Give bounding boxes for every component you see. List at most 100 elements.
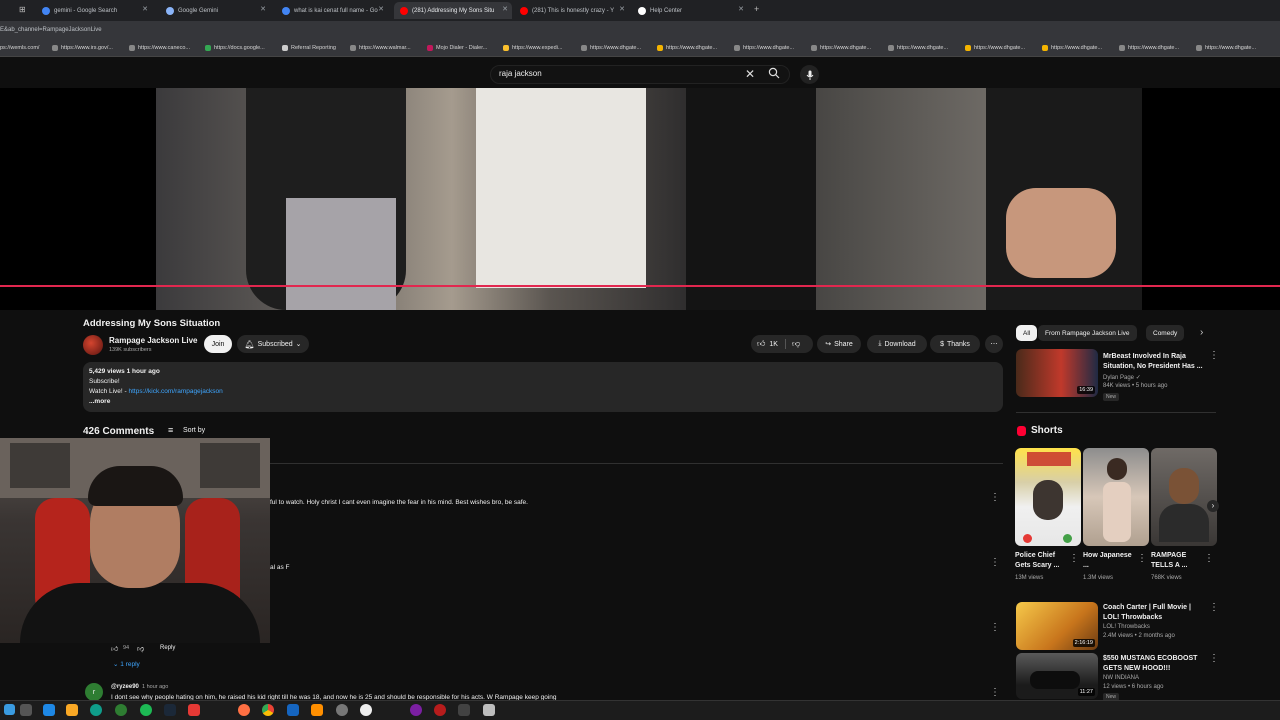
- search-input[interactable]: raja jackson: [499, 69, 542, 78]
- tab-help-center[interactable]: Help Center ✕: [632, 2, 748, 19]
- bookmark[interactable]: https://www.dhgate...: [581, 45, 641, 51]
- comment-menu-icon[interactable]: ⋮: [990, 493, 1000, 503]
- firefox-icon[interactable]: [238, 704, 250, 716]
- video-menu-icon[interactable]: ⋮: [1209, 654, 1219, 664]
- chip-comedy[interactable]: Comedy: [1146, 325, 1185, 341]
- bookmark[interactable]: https://www.dhgate...: [1119, 45, 1179, 51]
- video-progress-bar[interactable]: [0, 285, 1280, 287]
- channel-avatar[interactable]: [83, 335, 103, 355]
- short-thumbnail[interactable]: [1083, 448, 1149, 546]
- chip-all[interactable]: All: [1016, 325, 1038, 341]
- chevron-right-icon[interactable]: ›: [1200, 327, 1203, 338]
- like-icon[interactable]: 👍︎: [757, 339, 765, 349]
- search-icon[interactable]: [768, 66, 780, 84]
- replies-toggle[interactable]: ⌄ 1 reply: [113, 660, 140, 668]
- short-thumbnail[interactable]: [1151, 448, 1217, 546]
- bookmark[interactable]: https://www.dhgate...: [965, 45, 1025, 51]
- video-channel[interactable]: NW INDIANA: [1103, 675, 1139, 681]
- more-actions-button[interactable]: ⋯: [985, 335, 1003, 353]
- bookmark[interactable]: Referral Reporting: [282, 45, 336, 51]
- description-box[interactable]: [83, 362, 1003, 412]
- xbox-icon[interactable]: [115, 704, 127, 716]
- channel-name[interactable]: Rampage Jackson Live: [109, 336, 197, 345]
- start-icon[interactable]: [4, 704, 15, 715]
- video-thumbnail[interactable]: 2:16:19: [1016, 602, 1098, 650]
- short-menu-icon[interactable]: ⋮: [1069, 554, 1079, 564]
- commenter-avatar[interactable]: r: [85, 683, 103, 701]
- bookmark[interactable]: https://docs.google...: [205, 45, 265, 51]
- short-menu-icon[interactable]: ⋮: [1204, 554, 1214, 564]
- sort-icon[interactable]: ≡: [168, 425, 173, 435]
- bookmark[interactable]: https://www.dhgate...: [657, 45, 717, 51]
- bookmark[interactable]: https://www.dhgate...: [811, 45, 871, 51]
- microphone-icon[interactable]: [800, 65, 819, 84]
- tab-gemini-search[interactable]: gemini - Google Search ✕: [36, 2, 152, 19]
- short-title[interactable]: Police Chief Gets Scary ...: [1015, 551, 1071, 571]
- bookmark[interactable]: ps://wemls.com/: [0, 45, 39, 51]
- comment-like-icon[interactable]: 👍︎: [111, 644, 118, 653]
- video-channel[interactable]: LOL! Throwbacks: [1103, 624, 1150, 630]
- close-tab-icon[interactable]: ✕: [260, 5, 266, 13]
- app-icon[interactable]: [287, 704, 299, 716]
- comment-menu-icon[interactable]: ⋮: [990, 558, 1000, 568]
- edge-icon[interactable]: [90, 704, 102, 716]
- bookmark[interactable]: https://www.expedi...: [503, 45, 562, 51]
- reply-button[interactable]: Reply: [160, 645, 175, 651]
- join-button[interactable]: Join: [204, 335, 232, 353]
- tab-kai-cenat[interactable]: what is kai cenat full name - Go ✕: [276, 2, 388, 19]
- video-channel[interactable]: Dylan Page ✓: [1103, 374, 1141, 381]
- app-icon[interactable]: [311, 704, 323, 716]
- download-button[interactable]: ⤓ Download: [867, 335, 927, 353]
- close-tab-icon[interactable]: ✕: [502, 5, 508, 13]
- video-thumbnail[interactable]: 11:27: [1016, 653, 1098, 699]
- app-icon[interactable]: [360, 704, 372, 716]
- like-count[interactable]: 1K: [769, 341, 778, 348]
- folder-icon[interactable]: [66, 704, 78, 716]
- short-title[interactable]: How Japanese ...: [1083, 551, 1135, 571]
- close-tab-icon[interactable]: ✕: [619, 5, 625, 13]
- spotify-icon[interactable]: [140, 704, 152, 716]
- chrome-icon[interactable]: [262, 704, 274, 716]
- shorts-next-icon[interactable]: ›: [1207, 500, 1219, 512]
- chip-from-channel[interactable]: From Rampage Jackson Live: [1038, 325, 1137, 341]
- app-icon[interactable]: [434, 704, 446, 716]
- bookmark[interactable]: https://www.walmar...: [350, 45, 411, 51]
- tab-honestly-crazy[interactable]: (281) This is honestly crazy - Y ✕: [514, 2, 629, 19]
- bookmark[interactable]: https://www.dhgate...: [734, 45, 794, 51]
- close-tab-icon[interactable]: ✕: [378, 5, 384, 13]
- sort-by-button[interactable]: Sort by: [183, 427, 205, 434]
- comment-author[interactable]: @ryzee90: [111, 684, 139, 690]
- address-bar[interactable]: E&ab_channel=RampageJacksonLive: [0, 21, 1280, 41]
- bookmark[interactable]: https://www.caneco...: [129, 45, 190, 51]
- bookmark[interactable]: https://www.dhgate...: [1196, 45, 1256, 51]
- mail-icon[interactable]: [43, 704, 55, 716]
- close-tab-icon[interactable]: ✕: [738, 5, 744, 13]
- bookmark[interactable]: https://www.dhgate...: [1042, 45, 1102, 51]
- video-title[interactable]: $550 MUSTANG ECOBOOST GETS NEW HOOD!!!: [1103, 654, 1208, 674]
- show-more-link[interactable]: ...more: [89, 398, 110, 405]
- video-title[interactable]: MrBeast Involved In Raja Situation, No P…: [1103, 352, 1203, 372]
- video-thumbnail[interactable]: 16:39: [1016, 349, 1098, 397]
- subscribed-button[interactable]: 🔔︎ Subscribed ⌄: [237, 335, 309, 353]
- tab-grid-icon[interactable]: ⊞: [19, 5, 26, 14]
- bookmark[interactable]: https://www.dhgate...: [888, 45, 948, 51]
- comment-menu-icon[interactable]: ⋮: [990, 623, 1000, 633]
- tab-google-gemini[interactable]: Google Gemini ✕: [160, 2, 270, 19]
- kick-link[interactable]: https://kick.com/rampagejackson: [129, 388, 223, 395]
- short-title[interactable]: RAMPAGE TELLS A ...: [1151, 551, 1203, 571]
- steam-icon[interactable]: [164, 704, 176, 716]
- short-thumbnail[interactable]: [1015, 448, 1081, 546]
- clear-search-icon[interactable]: ✕: [745, 67, 755, 81]
- app-icon[interactable]: [188, 704, 200, 716]
- new-tab-icon[interactable]: +: [754, 4, 759, 14]
- short-menu-icon[interactable]: ⋮: [1137, 554, 1147, 564]
- video-menu-icon[interactable]: ⋮: [1209, 603, 1219, 613]
- app-icon[interactable]: [458, 704, 470, 716]
- share-button[interactable]: ↪ Share: [817, 335, 861, 353]
- dislike-icon[interactable]: 👎︎: [792, 339, 800, 349]
- close-tab-icon[interactable]: ✕: [142, 5, 148, 13]
- bookmark[interactable]: https://www.irs.gov/...: [52, 45, 113, 51]
- video-menu-icon[interactable]: ⋮: [1209, 351, 1219, 361]
- app-icon[interactable]: [336, 704, 348, 716]
- app-icon[interactable]: [483, 704, 495, 716]
